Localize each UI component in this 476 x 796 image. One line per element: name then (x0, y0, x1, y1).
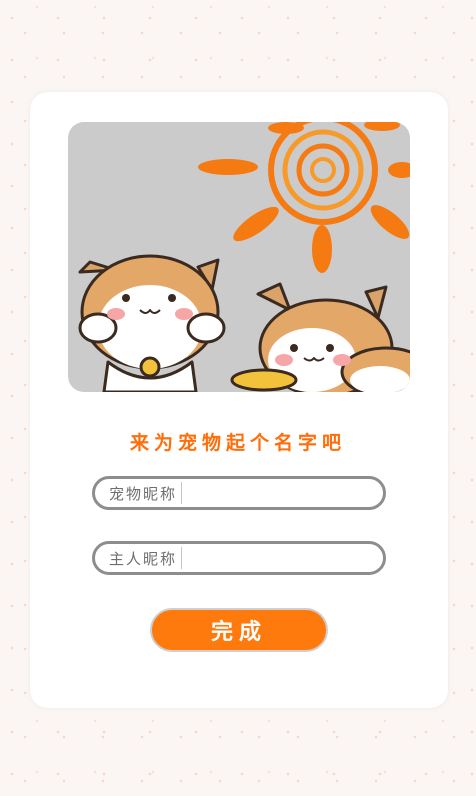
hero-illustration (68, 122, 410, 392)
owner-name-field[interactable]: 主人昵称 (92, 541, 386, 575)
page-title: 来为宠物起个名字吧 (129, 432, 346, 454)
pet-name-label: 宠物昵称 (109, 484, 178, 503)
pet-name-field[interactable]: 宠物昵称 (92, 476, 386, 510)
owner-name-input[interactable] (182, 545, 383, 571)
cat-right-icon (230, 282, 410, 392)
sun-icon (198, 122, 410, 273)
done-button[interactable]: 完成 (150, 608, 328, 652)
pet-name-input[interactable] (182, 480, 383, 506)
cat-left-icon (78, 254, 226, 392)
owner-name-label: 主人昵称 (109, 549, 178, 568)
